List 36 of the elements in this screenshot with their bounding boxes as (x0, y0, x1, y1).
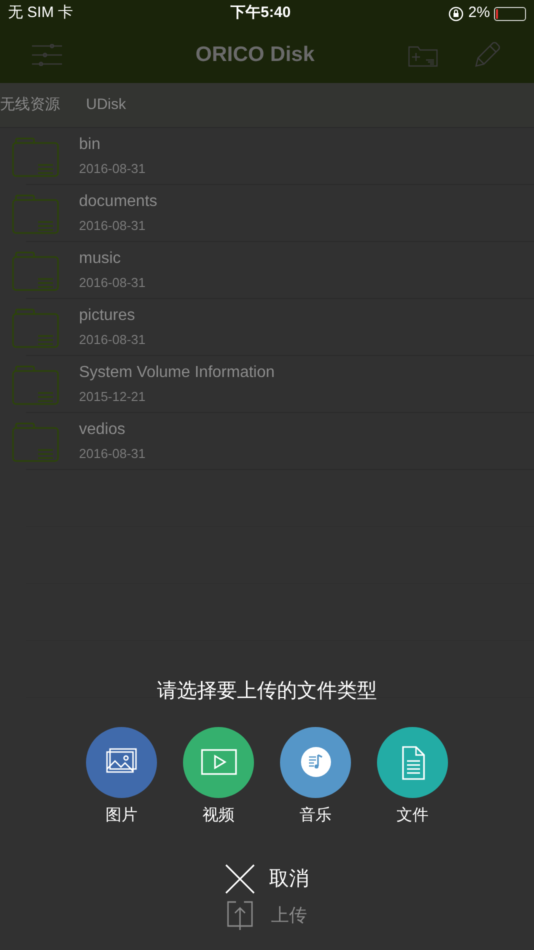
upload-type-label: 图片 (106, 806, 138, 826)
upload-button[interactable]: 上传 (227, 900, 307, 930)
rotation-lock-icon (448, 6, 464, 22)
file-name[interactable]: bin (79, 134, 146, 155)
settings-sliders-icon[interactable] (32, 44, 62, 66)
battery-percent: 2% (468, 3, 490, 24)
status-time: 下午5:40 (230, 3, 291, 24)
file-date: 2015-12-21 (79, 388, 146, 406)
file-date: 2016-08-31 (79, 160, 146, 178)
upload-type-label: 音乐 (300, 806, 332, 826)
folder-icon (12, 250, 59, 290)
battery-icon (494, 6, 526, 20)
file-name[interactable]: documents (79, 192, 158, 212)
folder-icon (12, 308, 59, 348)
file-date: 2016-08-31 (79, 330, 146, 349)
folder-icon (12, 136, 59, 176)
breadcrumb-item[interactable]: 无线资源 (0, 94, 60, 116)
breadcrumb-item[interactable]: UDisk (86, 94, 126, 116)
upload-prompt: 请选择要上传的文件类型 (157, 679, 377, 704)
file-date: 2016-08-31 (79, 216, 146, 235)
upload-type-label: 文件 (396, 806, 428, 826)
upload-type-label: 视频 (202, 806, 234, 826)
carrier-label: 无 SIM 卡 (8, 3, 74, 24)
file-date: 2016-08-31 (79, 274, 146, 292)
folder-icon (12, 422, 59, 462)
file-date: 2016-08-31 (79, 444, 146, 463)
app-title: ORICO Disk (195, 42, 315, 68)
upload-icon (227, 900, 253, 930)
folder-icon (12, 364, 59, 404)
close-icon (225, 864, 255, 894)
file-name[interactable]: music (79, 248, 146, 269)
file-name[interactable]: System Volume Information (79, 362, 275, 383)
folder-icon (12, 194, 59, 234)
cancel-button[interactable]: 取消 (225, 864, 309, 894)
file-name[interactable]: vedios (79, 420, 146, 440)
file-name[interactable]: pictures (79, 306, 146, 326)
